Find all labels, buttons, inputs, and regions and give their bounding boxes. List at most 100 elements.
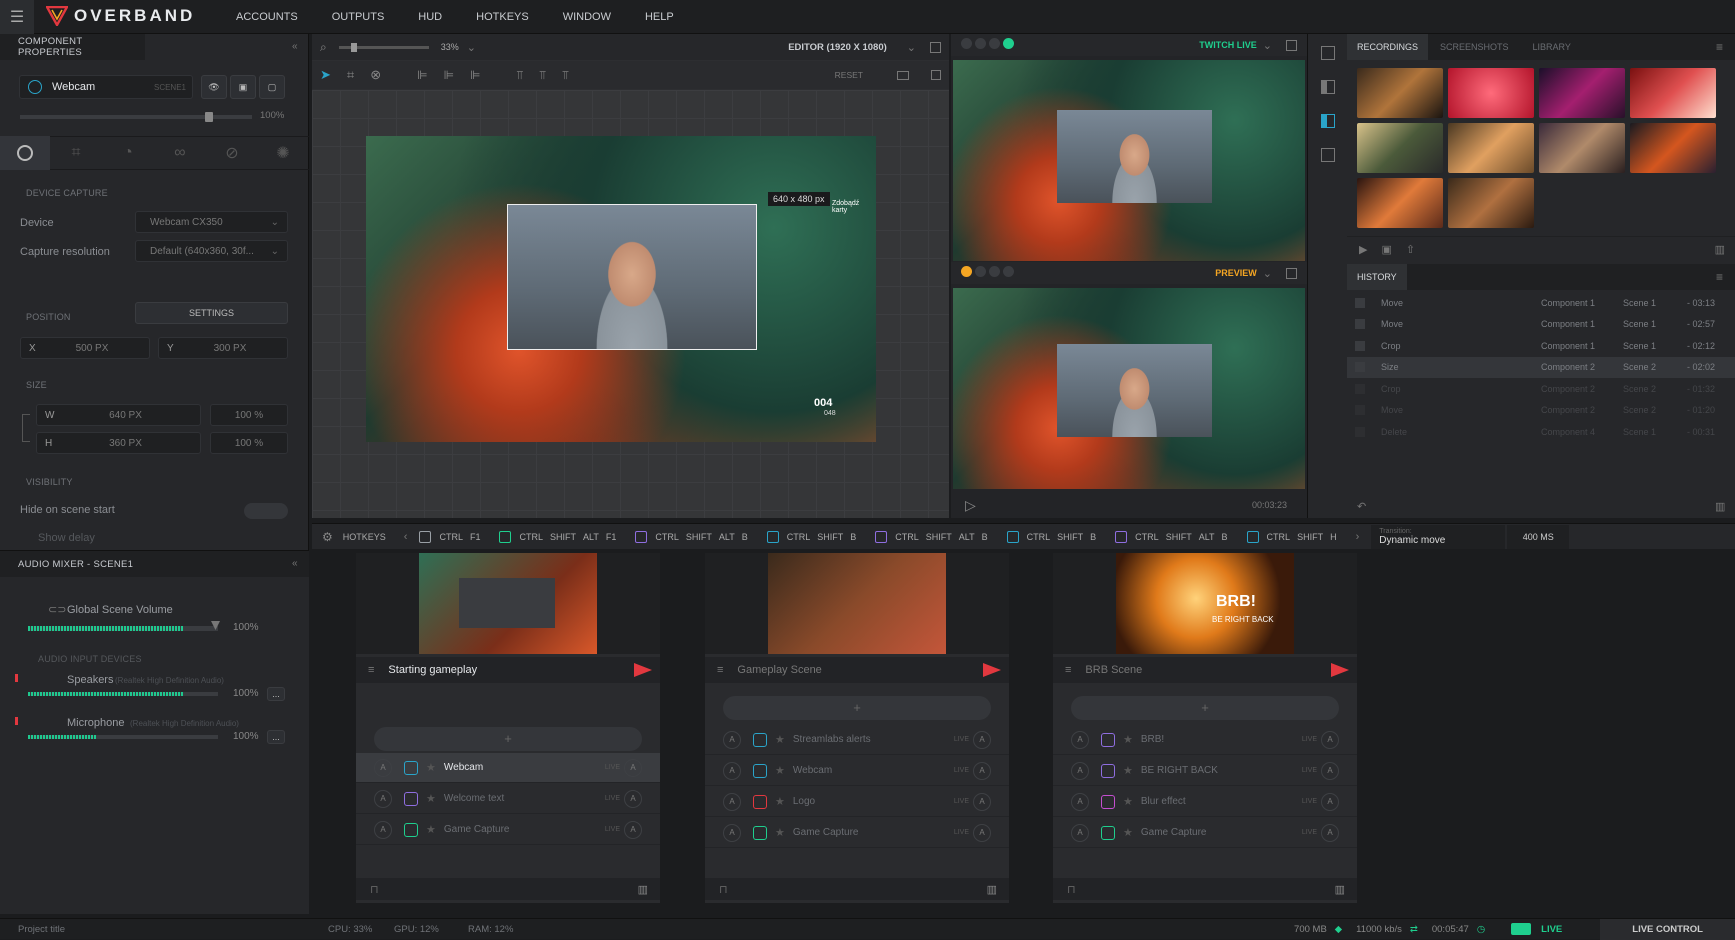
star-icon[interactable]: ★ bbox=[1123, 733, 1133, 746]
source-visibility-toggle[interactable]: A bbox=[1321, 730, 1339, 749]
audio-toggle[interactable]: A bbox=[374, 789, 392, 808]
audio-devices-section[interactable]: AUDIO INPUT DEVICES bbox=[38, 654, 142, 664]
collapse-panel-icon[interactable]: « bbox=[292, 41, 298, 52]
dot-icon[interactable] bbox=[989, 266, 1000, 277]
scene-source-row[interactable]: A ★ Webcam LIVE A bbox=[356, 753, 660, 783]
scene-menu-icon[interactable]: ≡ bbox=[368, 664, 374, 676]
chevron-down-icon[interactable]: ⌄ bbox=[1263, 267, 1272, 280]
delete-history-icon[interactable]: ▥ bbox=[1715, 500, 1725, 513]
history-checkbox[interactable] bbox=[1355, 362, 1365, 372]
scene-name[interactable]: Gameplay Scene bbox=[737, 664, 821, 676]
device-select[interactable]: Webcam CX350 ⌄ bbox=[135, 211, 288, 233]
hotkey-group[interactable]: CTRL SHIFT H bbox=[1246, 530, 1344, 543]
upload-icon[interactable]: ⇧ bbox=[1406, 243, 1415, 256]
scene-source-row[interactable]: A ★ BRB! LIVE A bbox=[1053, 725, 1357, 755]
width-percent-input[interactable]: 100 % bbox=[210, 404, 288, 426]
audio-toggle[interactable]: A bbox=[1071, 792, 1089, 811]
component-selector[interactable]: Webcam SCENE1 bbox=[19, 75, 193, 99]
scene-column[interactable]: ≡ Gameplay Scene + A ★ Streamlabs alerts LIVE A… bbox=[705, 553, 1009, 903]
history-row[interactable]: Crop Component 1 Scene 1 - 02:12 bbox=[1347, 335, 1735, 356]
hotkey-group[interactable]: CTRL SHIFT B bbox=[1006, 530, 1104, 543]
scene-thumbnail[interactable] bbox=[705, 553, 1009, 654]
audio-toggle[interactable]: A bbox=[374, 758, 392, 777]
go-live-icon[interactable] bbox=[983, 663, 1001, 677]
star-icon[interactable]: ★ bbox=[775, 795, 785, 808]
hamburger-menu-icon[interactable]: ☰ bbox=[0, 0, 34, 34]
menu-window[interactable]: WINDOW bbox=[563, 11, 611, 23]
chevron-down-icon[interactable]: ⌄ bbox=[467, 41, 476, 54]
tab-library[interactable]: LIBRARY bbox=[1533, 42, 1571, 52]
size-section[interactable]: SIZE bbox=[26, 380, 47, 390]
history-row[interactable]: Delete Component 4 Scene 1 - 00:31 bbox=[1347, 421, 1735, 442]
menu-icon[interactable]: ≡ bbox=[1716, 40, 1723, 54]
chevron-down-icon[interactable]: ⌄ bbox=[907, 41, 916, 54]
source-visibility-toggle[interactable]: A bbox=[1321, 823, 1339, 842]
audio-toggle[interactable]: A bbox=[374, 820, 392, 839]
editor-canvas[interactable]: 640 x 480 px Zdobądź karty 004 048 bbox=[312, 90, 949, 518]
mic-more-button[interactable]: ... bbox=[267, 730, 285, 744]
scene-thumbnail[interactable]: BRB! BE RIGHT BACK bbox=[1053, 553, 1357, 654]
menu-icon[interactable]: ≡ bbox=[1716, 270, 1723, 284]
menu-hotkeys[interactable]: HOTKEYS bbox=[476, 11, 529, 23]
lock-icon[interactable]: ⊓ bbox=[719, 883, 728, 896]
scene-source-row[interactable]: A ★ Game Capture LIVE A bbox=[1053, 818, 1357, 848]
scene-source-row[interactable]: A ★ BE RIGHT BACK LIVE A bbox=[1053, 756, 1357, 786]
fullscreen-icon[interactable] bbox=[931, 70, 941, 80]
source-visibility-toggle[interactable]: A bbox=[1321, 792, 1339, 811]
dot-icon[interactable] bbox=[961, 38, 972, 49]
gear-icon[interactable]: ⚙ bbox=[322, 530, 333, 544]
aspect-lock-icon[interactable] bbox=[22, 414, 30, 442]
align-left-icon[interactable]: ⊫ bbox=[417, 68, 427, 82]
scene-source-row[interactable]: A ★ Blur effect LIVE A bbox=[1053, 787, 1357, 817]
source-name[interactable]: Game Capture bbox=[444, 824, 510, 835]
history-checkbox[interactable] bbox=[1355, 340, 1365, 351]
layout-split-icon[interactable] bbox=[1320, 80, 1335, 94]
scene-source-row[interactable]: A ★ Streamlabs alerts LIVE A bbox=[705, 725, 1009, 755]
resolution-select[interactable]: Default (640x360, 30f... ⌄ bbox=[135, 240, 288, 262]
recording-thumb[interactable] bbox=[1357, 178, 1443, 228]
scene-source-row[interactable]: A ★ Logo LIVE A bbox=[705, 787, 1009, 817]
align-middle-icon[interactable]: ⫪ bbox=[539, 68, 546, 83]
transition-select[interactable]: Transition: Dynamic move bbox=[1371, 524, 1506, 549]
width-input[interactable]: W 640 PX bbox=[36, 404, 201, 426]
scene-title-bar[interactable]: ≡ BRB Scene bbox=[1053, 657, 1357, 683]
hotkey-group[interactable]: CTRL SHIFT ALT F1 bbox=[499, 530, 623, 543]
go-live-icon[interactable] bbox=[634, 663, 652, 677]
opacity-slider-handle[interactable] bbox=[205, 112, 213, 122]
dot-icon[interactable] bbox=[975, 266, 986, 277]
source-visibility-toggle[interactable]: A bbox=[624, 789, 642, 808]
x-input[interactable]: X 500 PX bbox=[20, 337, 150, 359]
scroll-right-icon[interactable]: › bbox=[1356, 531, 1360, 543]
trash-icon[interactable]: ▥ bbox=[1335, 883, 1345, 896]
popout-icon[interactable] bbox=[930, 41, 941, 53]
trash-icon[interactable]: ▥ bbox=[638, 883, 648, 896]
star-icon[interactable]: ★ bbox=[775, 826, 785, 839]
hotkey-group[interactable]: CTRL F1 bbox=[419, 530, 487, 543]
lock-icon[interactable]: ⊓ bbox=[370, 883, 379, 896]
tab-filter-icon[interactable]: ∞ bbox=[154, 144, 206, 162]
visibility-section[interactable]: VISIBILITY bbox=[26, 477, 73, 487]
scene-source-row[interactable]: A ★ Game Capture LIVE A bbox=[705, 818, 1009, 848]
audio-toggle[interactable]: A bbox=[723, 823, 741, 842]
layout-quad-icon[interactable] bbox=[1320, 148, 1335, 162]
history-checkbox[interactable] bbox=[1355, 297, 1365, 308]
editor-title[interactable]: EDITOR (1920 X 1080) bbox=[788, 42, 887, 53]
star-icon[interactable]: ★ bbox=[426, 823, 436, 836]
recording-thumb[interactable] bbox=[1448, 123, 1534, 173]
history-row[interactable]: Move Component 1 Scene 1 - 02:57 bbox=[1347, 314, 1735, 335]
scene-column[interactable]: BRB! BE RIGHT BACK ≡ BRB Scene + A ★ BRB! LIVE A A… bbox=[1053, 553, 1357, 903]
hotkey-group[interactable]: CTRL SHIFT ALT B bbox=[1115, 530, 1234, 543]
history-row[interactable]: Crop Component 2 Scene 2 - 01:32 bbox=[1347, 378, 1735, 399]
webcam-layer[interactable] bbox=[507, 204, 757, 350]
delete-icon[interactable]: ▥ bbox=[1715, 243, 1725, 256]
tab-color-icon[interactable]: ◔ bbox=[102, 144, 154, 162]
scene-name[interactable]: BRB Scene bbox=[1085, 664, 1142, 676]
recording-thumb[interactable] bbox=[1539, 68, 1625, 118]
tab-webcam-icon[interactable] bbox=[0, 136, 50, 170]
live-toggle[interactable] bbox=[1511, 923, 1532, 935]
source-name[interactable]: Logo bbox=[793, 796, 815, 807]
history-row[interactable]: Size Component 2 Scene 2 - 02:02 bbox=[1347, 356, 1735, 378]
scene-menu-icon[interactable]: ≡ bbox=[1065, 664, 1071, 676]
recording-thumb[interactable] bbox=[1448, 68, 1534, 118]
tab-recordings[interactable]: RECORDINGS bbox=[1347, 34, 1429, 60]
